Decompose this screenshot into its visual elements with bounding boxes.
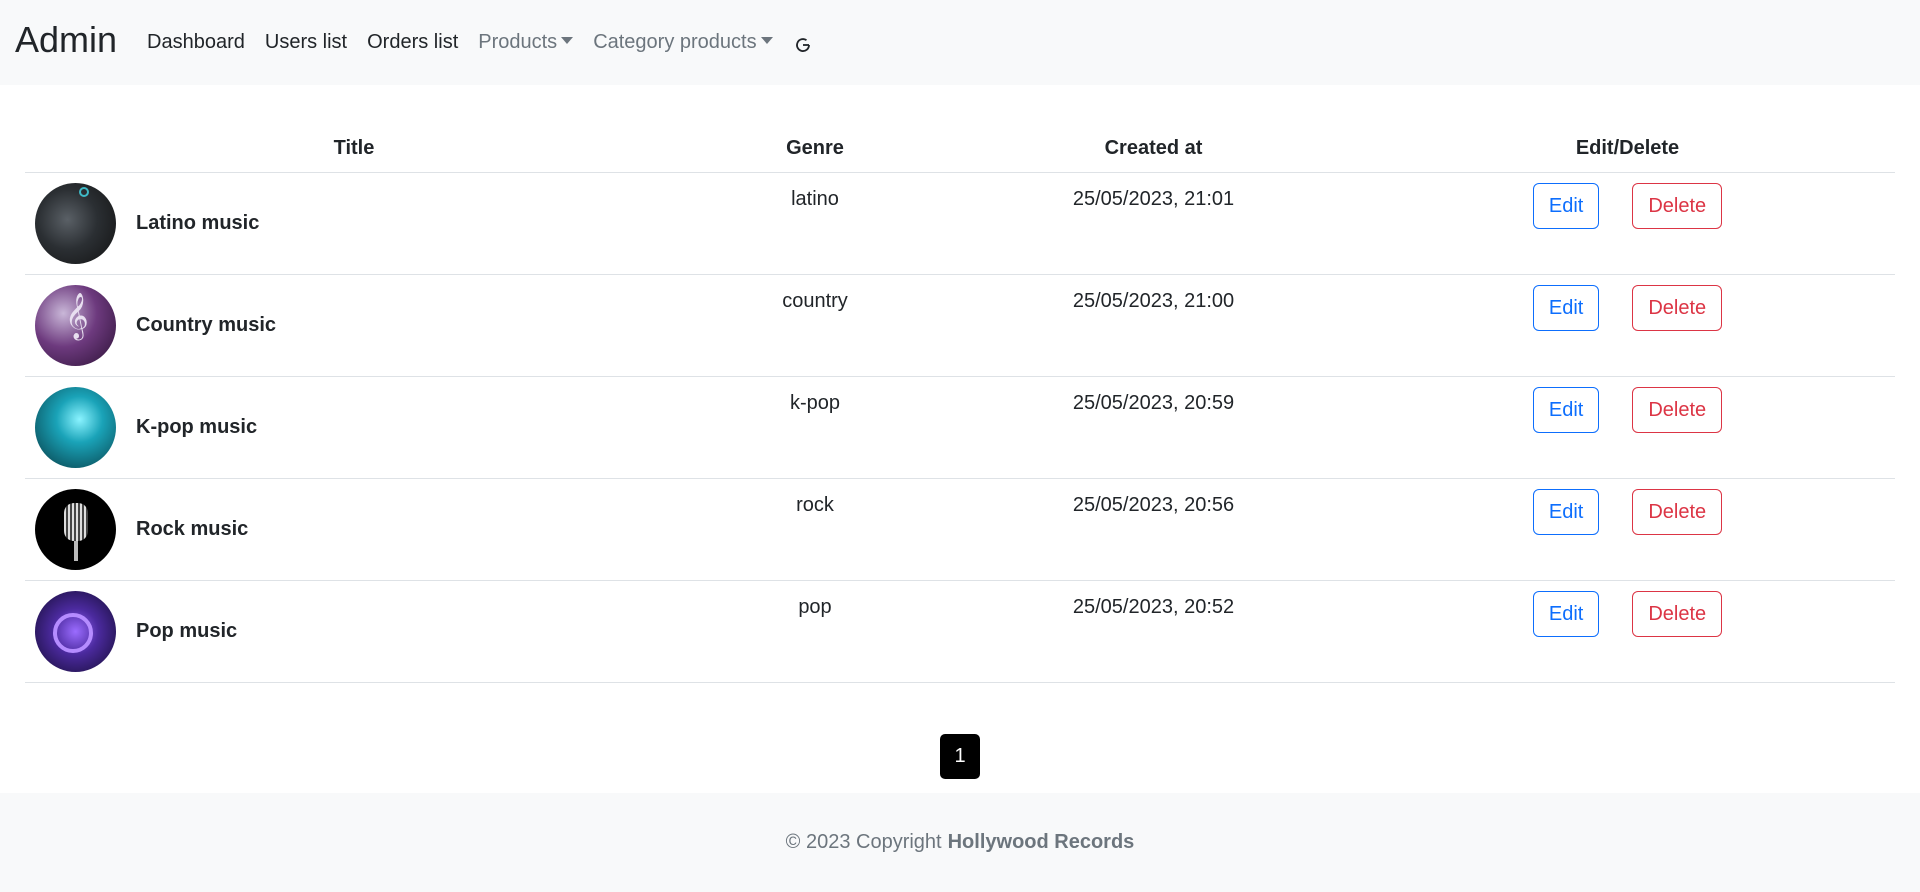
row-created-at: 25/05/2023, 21:01 (947, 172, 1360, 275)
delete-button[interactable]: Delete (1632, 386, 1723, 433)
top-navbar: Admin Dashboard Users list Orders list P… (0, 0, 1920, 85)
edit-button[interactable]: Edit (1532, 488, 1600, 535)
products-dropdown-label: Products (478, 31, 558, 53)
row-genre: country (683, 274, 947, 377)
row-created-at: 25/05/2023, 21:00 (947, 274, 1360, 377)
nav-products-dropdown[interactable]: Products (478, 31, 574, 54)
table-row: Latino music latino 25/05/2023, 21:01 Ed… (25, 172, 1895, 275)
delete-button[interactable]: Delete (1632, 182, 1723, 229)
caret-down-icon (561, 37, 574, 44)
refresh-icon[interactable] (793, 35, 813, 55)
delete-button[interactable]: Delete (1632, 488, 1723, 535)
row-genre: rock (683, 478, 947, 581)
row-created-at: 25/05/2023, 20:59 (947, 376, 1360, 479)
footer: © 2023 Copyright Hollywood Records (0, 793, 1920, 892)
footer-copyright: © 2023 Copyright (785, 831, 942, 853)
row-genre: latino (683, 172, 947, 275)
row-title: Latino music (136, 211, 260, 234)
header-edit-delete: Edit/Delete (1360, 125, 1895, 173)
edit-button[interactable]: Edit (1532, 182, 1600, 229)
category-products-dropdown-label: Category products (593, 31, 757, 53)
row-genre: pop (683, 580, 947, 683)
nav-category-products-dropdown[interactable]: Category products (593, 31, 773, 54)
nav-users-list[interactable]: Users list (265, 31, 347, 54)
row-created-at: 25/05/2023, 20:56 (947, 478, 1360, 581)
nav-orders-list[interactable]: Orders list (367, 31, 458, 54)
table-row: Rock music rock 25/05/2023, 20:56 Edit De… (25, 478, 1895, 581)
avatar: 𝄞 (35, 284, 116, 366)
edit-button[interactable]: Edit (1532, 284, 1600, 331)
row-genre: k-pop (683, 376, 947, 479)
avatar (35, 386, 116, 468)
header-created-at: Created at (947, 125, 1360, 173)
table-row: Pop music pop 25/05/2023, 20:52 Edit Dele… (25, 580, 1895, 683)
row-title: Rock music (136, 517, 249, 540)
row-title: Pop music (136, 619, 238, 642)
caret-down-icon (760, 37, 773, 44)
row-actions: Edit Delete (1360, 172, 1895, 275)
avatar (35, 488, 116, 570)
products-table: Title Genre Created at Edit/Delete Latin… (25, 125, 1895, 683)
brand-title[interactable]: Admin (15, 19, 117, 61)
edit-button[interactable]: Edit (1532, 386, 1600, 433)
nav-dashboard[interactable]: Dashboard (147, 31, 245, 54)
footer-company: Hollywood Records (947, 831, 1135, 853)
row-title: Country music (136, 313, 277, 336)
edit-button[interactable]: Edit (1532, 590, 1600, 637)
row-created-at: 25/05/2023, 20:52 (947, 580, 1360, 683)
row-actions: Edit Delete (1360, 580, 1895, 683)
table-row: 𝄞 Country music country 25/05/2023, 21:0… (25, 274, 1895, 377)
row-actions: Edit Delete (1360, 376, 1895, 479)
avatar (35, 182, 116, 264)
table-header-row: Title Genre Created at Edit/Delete (25, 125, 1895, 173)
delete-button[interactable]: Delete (1632, 590, 1723, 637)
header-genre: Genre (683, 125, 947, 173)
pagination-page-button[interactable]: 1 (940, 734, 980, 779)
row-title: K-pop music (136, 415, 258, 438)
header-title: Title (25, 125, 683, 173)
avatar (35, 590, 116, 672)
table-row: K-pop music k-pop 25/05/2023, 20:59 Edit… (25, 376, 1895, 479)
row-actions: Edit Delete (1360, 274, 1895, 377)
row-actions: Edit Delete (1360, 478, 1895, 581)
delete-button[interactable]: Delete (1632, 284, 1723, 331)
